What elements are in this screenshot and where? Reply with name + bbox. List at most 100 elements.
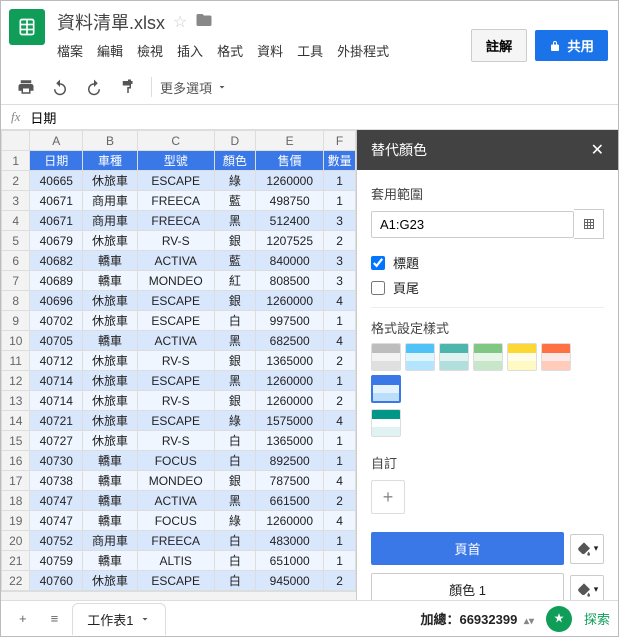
color-swatch[interactable]	[405, 343, 435, 371]
sheets-logo[interactable]	[9, 9, 45, 45]
formula-input[interactable]	[30, 110, 608, 125]
cell[interactable]: 轎車	[83, 331, 138, 351]
cell[interactable]: 40705	[30, 331, 83, 351]
col-header-E[interactable]: E	[256, 131, 324, 151]
header-cell[interactable]: 車種	[83, 151, 138, 171]
footer-checkbox[interactable]	[371, 281, 385, 295]
cell[interactable]: 白	[214, 571, 256, 591]
cell[interactable]: 1207525	[256, 231, 324, 251]
cell[interactable]: 997500	[256, 311, 324, 331]
table-row[interactable]: 740689轎車MONDEO紅8085003	[2, 271, 356, 291]
cell[interactable]: 休旅車	[83, 391, 138, 411]
cell[interactable]: 轎車	[83, 251, 138, 271]
cell[interactable]: 40730	[30, 451, 83, 471]
cell[interactable]: 2	[324, 491, 356, 511]
cell[interactable]: 銀	[214, 291, 256, 311]
cell[interactable]: 40714	[30, 391, 83, 411]
cell[interactable]: 498750	[256, 191, 324, 211]
table-row[interactable]: 540679休旅車RV-S銀12075252	[2, 231, 356, 251]
cell[interactable]: 1	[324, 171, 356, 191]
col-header-A[interactable]: A	[30, 131, 83, 151]
cell[interactable]: 藍	[214, 251, 256, 271]
cell[interactable]: 2	[324, 351, 356, 371]
cell[interactable]: ESCAPE	[137, 171, 214, 191]
row-header[interactable]: 15	[2, 431, 30, 451]
menu-view[interactable]: 檢視	[137, 41, 163, 60]
cell[interactable]: 40747	[30, 511, 83, 531]
cell[interactable]: RV-S	[137, 351, 214, 371]
row-header[interactable]: 3	[2, 191, 30, 211]
table-row[interactable]: 1040705轎車ACTIVA黑6825004	[2, 331, 356, 351]
close-icon[interactable]: ✕	[591, 140, 604, 160]
row-header[interactable]: 9	[2, 311, 30, 331]
table-row[interactable]: 840696休旅車ESCAPE銀12600004	[2, 291, 356, 311]
color-swatch[interactable]	[507, 343, 537, 371]
row-header[interactable]: 14	[2, 411, 30, 431]
table-row[interactable]: 340671商用車FREECA藍4987501	[2, 191, 356, 211]
cell[interactable]: 銀	[214, 391, 256, 411]
cell[interactable]: FREECA	[137, 531, 214, 551]
cell[interactable]: 2	[324, 231, 356, 251]
cell[interactable]: 休旅車	[83, 171, 138, 191]
row-header[interactable]: 1	[2, 151, 30, 171]
cell[interactable]: 945000	[256, 571, 324, 591]
print-icon[interactable]	[11, 74, 41, 100]
cell[interactable]: MONDEO	[137, 271, 214, 291]
header-cell[interactable]: 售價	[256, 151, 324, 171]
cell[interactable]: 轎車	[83, 471, 138, 491]
header-color-field[interactable]: 頁首	[371, 532, 564, 565]
cell[interactable]: 2	[324, 571, 356, 591]
cell[interactable]: 2	[324, 391, 356, 411]
cell[interactable]: 892500	[256, 451, 324, 471]
comments-button[interactable]: 註解	[471, 29, 528, 62]
cell[interactable]: 商用車	[83, 191, 138, 211]
row-header[interactable]: 6	[2, 251, 30, 271]
cell[interactable]: 40752	[30, 531, 83, 551]
cell[interactable]: 40747	[30, 491, 83, 511]
cell[interactable]: 1260000	[256, 291, 324, 311]
cell[interactable]: 銀	[214, 231, 256, 251]
cell[interactable]: 3	[324, 271, 356, 291]
cell[interactable]: 白	[214, 451, 256, 471]
menu-data[interactable]: 資料	[257, 41, 283, 60]
cell[interactable]: 651000	[256, 551, 324, 571]
cell[interactable]: FREECA	[137, 191, 214, 211]
cell[interactable]: 40682	[30, 251, 83, 271]
menu-format[interactable]: 格式	[217, 41, 243, 60]
add-sheet-icon[interactable]: +	[9, 605, 37, 632]
cell[interactable]: 40727	[30, 431, 83, 451]
cell[interactable]: 休旅車	[83, 571, 138, 591]
cell[interactable]: 1	[324, 531, 356, 551]
cell[interactable]: 銀	[214, 471, 256, 491]
cell[interactable]: 休旅車	[83, 431, 138, 451]
cell[interactable]: RV-S	[137, 231, 214, 251]
cell[interactable]: 1260000	[256, 511, 324, 531]
header-cell[interactable]: 顏色	[214, 151, 256, 171]
cell[interactable]: 40665	[30, 171, 83, 191]
menu-insert[interactable]: 插入	[177, 41, 203, 60]
cell[interactable]: FREECA	[137, 211, 214, 231]
cell[interactable]: 綠	[214, 411, 256, 431]
share-button[interactable]: 共用	[535, 30, 608, 61]
cell[interactable]: 綠	[214, 511, 256, 531]
row-header[interactable]: 13	[2, 391, 30, 411]
cell[interactable]: 休旅車	[83, 411, 138, 431]
color-swatch[interactable]	[371, 409, 401, 437]
cell[interactable]: MONDEO	[137, 471, 214, 491]
redo-icon[interactable]	[79, 74, 109, 100]
cell[interactable]: 1575000	[256, 411, 324, 431]
row-header[interactable]: 16	[2, 451, 30, 471]
cell[interactable]: ESCAPE	[137, 291, 214, 311]
row-header[interactable]: 8	[2, 291, 30, 311]
col-header-C[interactable]: C	[137, 131, 214, 151]
cell[interactable]: ACTIVA	[137, 491, 214, 511]
table-row[interactable]: 240665休旅車ESCAPE綠12600001	[2, 171, 356, 191]
cell[interactable]: 商用車	[83, 211, 138, 231]
cell[interactable]: 轎車	[83, 551, 138, 571]
cell[interactable]: 1260000	[256, 371, 324, 391]
row-header[interactable]: 11	[2, 351, 30, 371]
col-header-D[interactable]: D	[214, 131, 256, 151]
cell[interactable]: 512400	[256, 211, 324, 231]
cell[interactable]: 休旅車	[83, 351, 138, 371]
cell[interactable]: ESCAPE	[137, 411, 214, 431]
